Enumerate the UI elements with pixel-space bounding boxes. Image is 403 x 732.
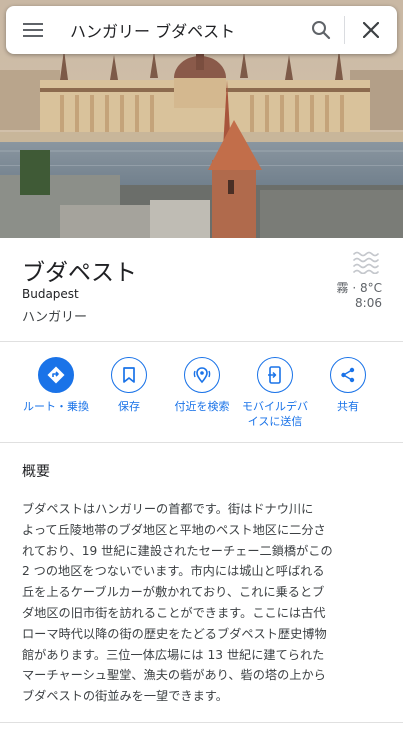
save-label: 保存 (118, 400, 140, 413)
search-bar[interactable]: ハンガリー ブダペスト (6, 6, 397, 54)
place-country: ハンガリー (22, 310, 88, 325)
share-label: 共有 (337, 400, 359, 413)
menu-button[interactable] (6, 6, 60, 54)
place-title: ブダペスト (22, 260, 137, 286)
overview-description: ブダペストはハンガリーの首都です。街はドナウ川に よって丘陵地帯のブダ地区と平地… (22, 502, 333, 704)
fog-icon (353, 251, 379, 274)
place-latin-name: Budapest (22, 287, 79, 301)
section-divider (0, 722, 403, 723)
nearby-label: 付近を検索 (174, 400, 230, 413)
section-divider (0, 442, 403, 443)
menu-icon (23, 23, 43, 37)
share-button[interactable]: 共有 (303, 357, 393, 414)
search-input[interactable]: ハンガリー ブダペスト (60, 18, 298, 42)
search-button[interactable] (298, 6, 344, 54)
overview-heading: 概要 (22, 464, 50, 480)
weather-condition-temperature: 霧 · 8°C (336, 281, 382, 295)
share-icon (330, 357, 366, 393)
close-button[interactable] (345, 6, 397, 54)
directions-label: ルート・乗換 (23, 400, 89, 413)
weather-time: 8:06 (355, 296, 382, 310)
section-divider (0, 341, 403, 342)
close-icon (363, 22, 379, 38)
send-to-phone-label: モバイルデバ イスに送信 (242, 400, 308, 428)
nearby-icon (184, 357, 220, 393)
action-row: ルート・乗換 保存 付近を検索 モバイルデバ イスに送信 共有 (0, 357, 403, 437)
directions-icon (38, 357, 74, 393)
search-icon (312, 21, 331, 40)
send-to-phone-icon (257, 357, 293, 393)
bookmark-icon (111, 357, 147, 393)
